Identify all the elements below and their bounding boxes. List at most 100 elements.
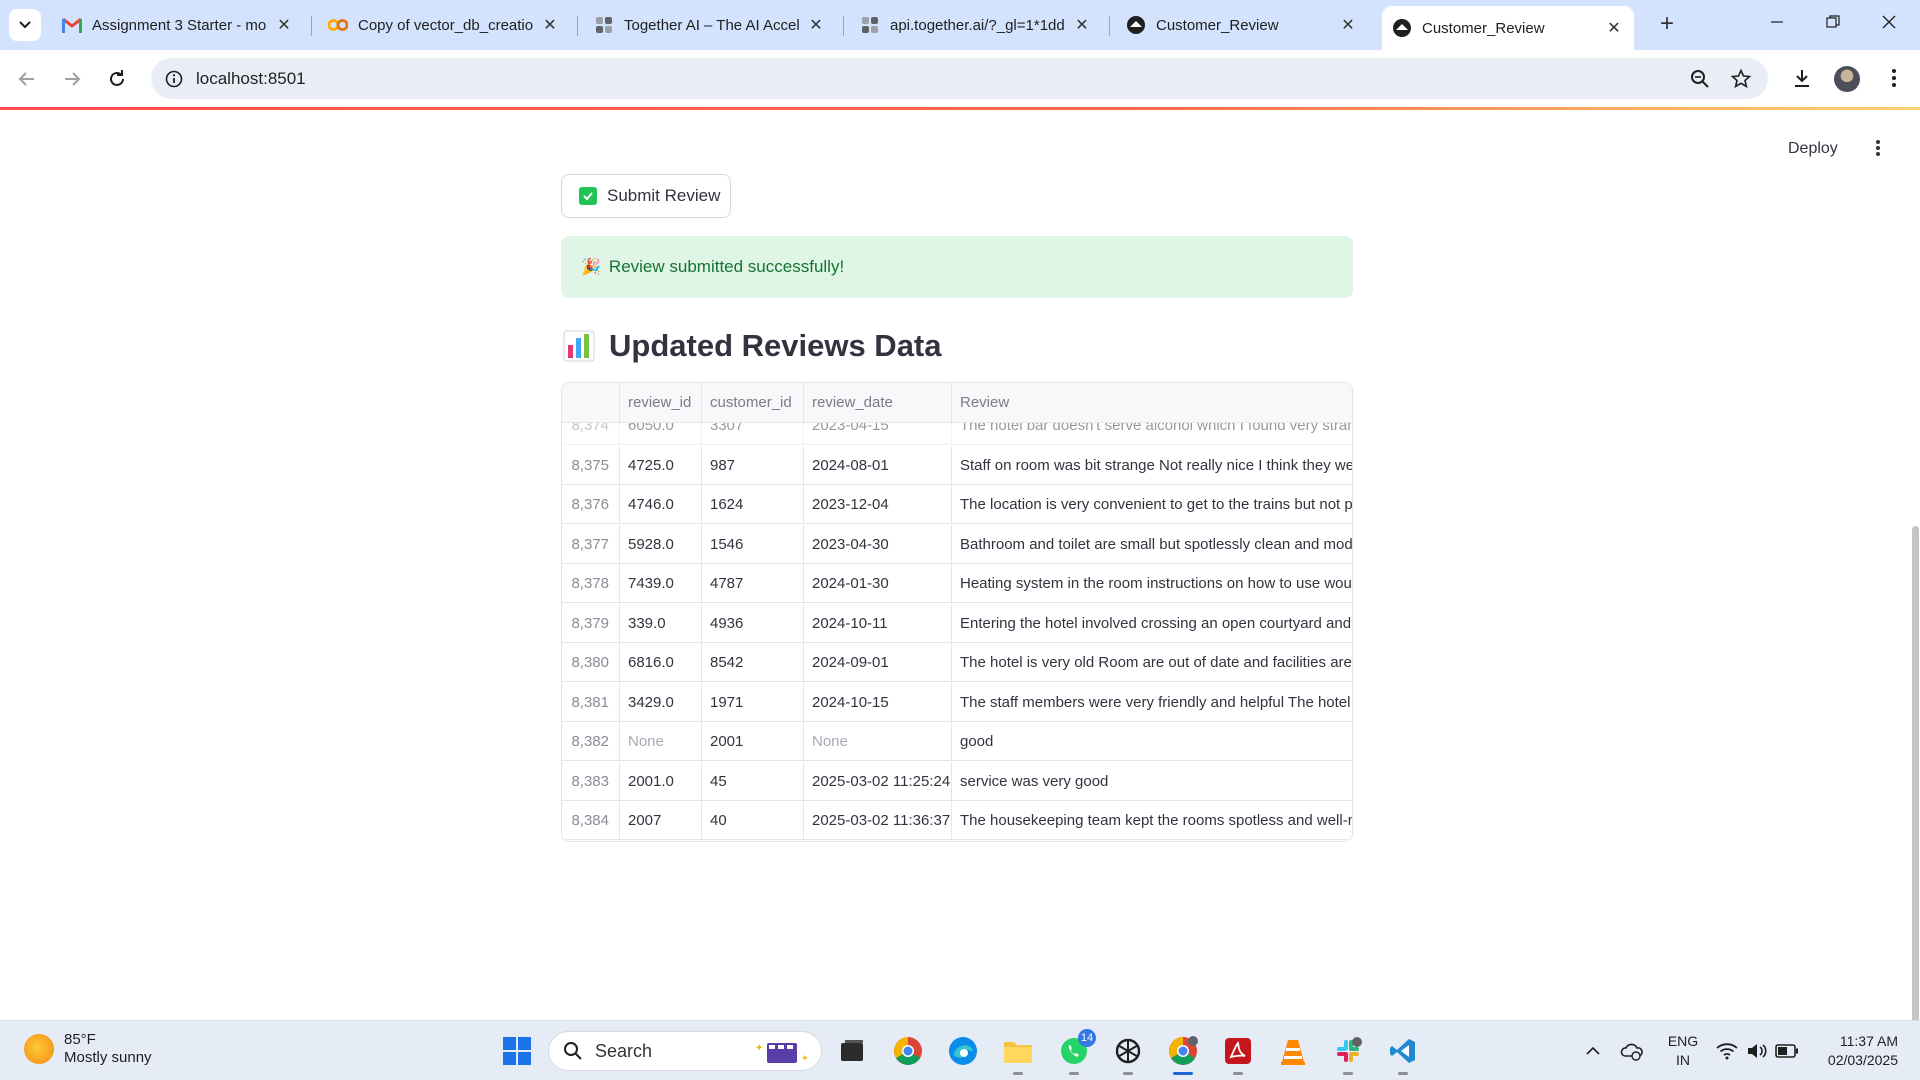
cell-review-date[interactable]: 2025-03-02 11:36:37 (804, 801, 952, 840)
table-row[interactable]: 8,383 2001.0 45 2025-03-02 11:25:24 service … (562, 761, 1352, 801)
onedrive-sync-icon[interactable] (1614, 1033, 1650, 1069)
close-icon[interactable]: ✕ (274, 15, 294, 35)
table-row[interactable]: 8,376 4746.0 1624 2023-12-04 The location i… (562, 485, 1352, 524)
close-icon[interactable]: ✕ (806, 15, 826, 35)
cell-index[interactable]: 8,379 (562, 603, 620, 643)
column-header-customer-id[interactable]: customer_id (702, 383, 804, 423)
cell-index[interactable]: 8,382 (562, 722, 620, 761)
app-menu-button[interactable] (1868, 136, 1888, 160)
cell-review-id[interactable]: 4725.0 (620, 445, 702, 485)
column-header-review-date[interactable]: review_date (804, 383, 952, 423)
browser-tab-together-api[interactable]: api.together.ai/?_gl=1*1dd ✕ (850, 8, 1102, 42)
table-row[interactable]: 8,379 339.0 4936 2024-10-11 Entering the ho… (562, 603, 1352, 643)
browser-menu-button[interactable] (1880, 64, 1908, 92)
chatgpt-icon[interactable] (1110, 1033, 1146, 1075)
submit-review-button[interactable]: Submit Review (561, 174, 731, 218)
cell-customer-id[interactable]: 4787 (702, 564, 804, 603)
cell-review-date[interactable]: 2024-01-30 (804, 564, 952, 603)
close-icon[interactable]: ✕ (1338, 15, 1358, 35)
cell-review-date[interactable]: 2023-12-04 (804, 485, 952, 524)
cell-customer-id[interactable]: 4936 (702, 603, 804, 643)
cell-customer-id[interactable]: 3307 (702, 423, 804, 445)
close-icon[interactable]: ✕ (1604, 18, 1624, 38)
table-row[interactable]: 8,381 3429.0 1971 2024-10-15 The staff memb… (562, 682, 1352, 722)
profile-avatar[interactable] (1834, 66, 1860, 92)
file-explorer-icon[interactable] (1000, 1033, 1036, 1075)
chrome-icon[interactable] (890, 1033, 926, 1069)
task-view-icon[interactable] (834, 1033, 870, 1069)
cell-index[interactable]: 8,377 (562, 524, 620, 564)
cell-review-id[interactable]: 4746.0 (620, 485, 702, 524)
cell-review-date[interactable]: 2023-04-15 (804, 423, 952, 445)
battery-icon[interactable] (1769, 1033, 1805, 1069)
cell-customer-id[interactable]: 1971 (702, 682, 804, 722)
acrobat-icon[interactable] (1220, 1033, 1256, 1075)
cell-review-id[interactable]: 3429.0 (620, 682, 702, 722)
browser-tab-customer-review[interactable]: Customer_Review ✕ (1116, 8, 1368, 42)
table-row[interactable]: 8,374 6050.0 3307 2023-04-15 The hotel bar d… (562, 423, 1352, 445)
cell-review-date[interactable]: 2024-09-01 (804, 643, 952, 682)
cell-index[interactable]: 8,376 (562, 485, 620, 524)
cell-index[interactable]: 8,383 (562, 761, 620, 801)
cell-index[interactable]: 8,381 (562, 682, 620, 722)
cell-index[interactable]: 8,374 (562, 423, 620, 445)
new-tab-button[interactable]: + (1652, 10, 1682, 40)
cell-review[interactable]: The hotel is very old Room are out of da… (952, 643, 1352, 682)
cell-review[interactable]: Staff on room was bit strange Not really… (952, 446, 1352, 485)
chrome-profile-icon[interactable] (1165, 1033, 1201, 1075)
site-info-icon[interactable] (161, 66, 187, 92)
zoom-icon[interactable] (1687, 66, 1713, 92)
windows-start-icon[interactable] (499, 1033, 535, 1069)
close-icon[interactable]: ✕ (1072, 15, 1092, 35)
cell-review[interactable]: good (952, 722, 1352, 761)
column-header-index[interactable] (562, 383, 620, 423)
cell-review-date[interactable]: 2024-10-11 (804, 603, 952, 643)
tab-search-button[interactable] (9, 9, 41, 41)
reload-button[interactable] (103, 65, 131, 93)
downloads-button[interactable] (1788, 64, 1816, 92)
cell-review-id[interactable]: 5928.0 (620, 524, 702, 564)
bookmark-star-icon[interactable] (1728, 66, 1754, 92)
browser-tab-colab[interactable]: Copy of vector_db_creatio ✕ (318, 8, 570, 42)
cell-review-date[interactable]: 2024-10-15 (804, 682, 952, 722)
cell-review[interactable]: Bathroom and toilet are small but spotle… (952, 525, 1352, 564)
edge-icon[interactable] (945, 1033, 981, 1069)
cell-review[interactable]: service was very good (952, 762, 1352, 801)
cell-review[interactable]: The staff members were very friendly and… (952, 683, 1352, 722)
cell-index[interactable]: 8,375 (562, 445, 620, 485)
restore-button[interactable] (1810, 8, 1856, 42)
reviews-dataframe[interactable]: review_id customer_id review_date Review… (561, 382, 1353, 842)
slack-icon[interactable] (1330, 1033, 1366, 1075)
cell-customer-id[interactable]: 8542 (702, 643, 804, 682)
browser-tab-customer-review-active[interactable]: Customer_Review ✕ (1382, 6, 1634, 50)
system-clock[interactable]: 11:37 AM 02/03/2025 (1808, 1032, 1898, 1070)
back-button[interactable] (13, 65, 41, 93)
cell-review-id[interactable]: 6050.0 (620, 423, 702, 445)
page-scrollbar[interactable] (1912, 526, 1919, 1080)
cell-review[interactable]: Heating system in the room instructions … (952, 564, 1352, 603)
cell-review-id[interactable]: 2007 (620, 801, 702, 840)
cell-customer-id[interactable]: 1624 (702, 485, 804, 524)
cell-index[interactable]: 8,380 (562, 643, 620, 682)
close-icon[interactable]: ✕ (540, 15, 560, 35)
browser-tab-together[interactable]: Together AI – The AI Accel ✕ (584, 8, 836, 42)
window-close-button[interactable] (1866, 8, 1912, 42)
whatsapp-icon[interactable]: 14 (1056, 1029, 1096, 1075)
weather-widget[interactable]: 85°F Mostly sunny (24, 1031, 152, 1067)
table-row[interactable]: 8,382 None 2001 None good (562, 722, 1352, 761)
deploy-button[interactable]: Deploy (1788, 140, 1838, 158)
column-header-review[interactable]: Review (952, 383, 1352, 423)
table-row[interactable]: 8,375 4725.0 987 2024-08-01 Staff on room w… (562, 445, 1352, 485)
cell-customer-id[interactable]: 1546 (702, 524, 804, 564)
vscode-icon[interactable] (1385, 1033, 1421, 1075)
minimize-button[interactable] (1754, 8, 1800, 42)
column-header-review-id[interactable]: review_id (620, 383, 702, 423)
cell-review[interactable]: The housekeeping team kept the rooms spo… (952, 801, 1352, 840)
cell-review-id[interactable]: 7439.0 (620, 564, 702, 603)
table-row[interactable]: 8,378 7439.0 4787 2024-01-30 Heating system… (562, 564, 1352, 603)
cell-review-date[interactable]: 2023-04-30 (804, 524, 952, 564)
table-row[interactable]: 8,377 5928.0 1546 2023-04-30 Bathroom and t… (562, 524, 1352, 564)
table-row[interactable]: 8,384 2007 40 2025-03-02 11:36:37 The housek… (562, 801, 1352, 840)
cell-review-id[interactable]: 6816.0 (620, 643, 702, 682)
forward-button[interactable] (58, 65, 86, 93)
